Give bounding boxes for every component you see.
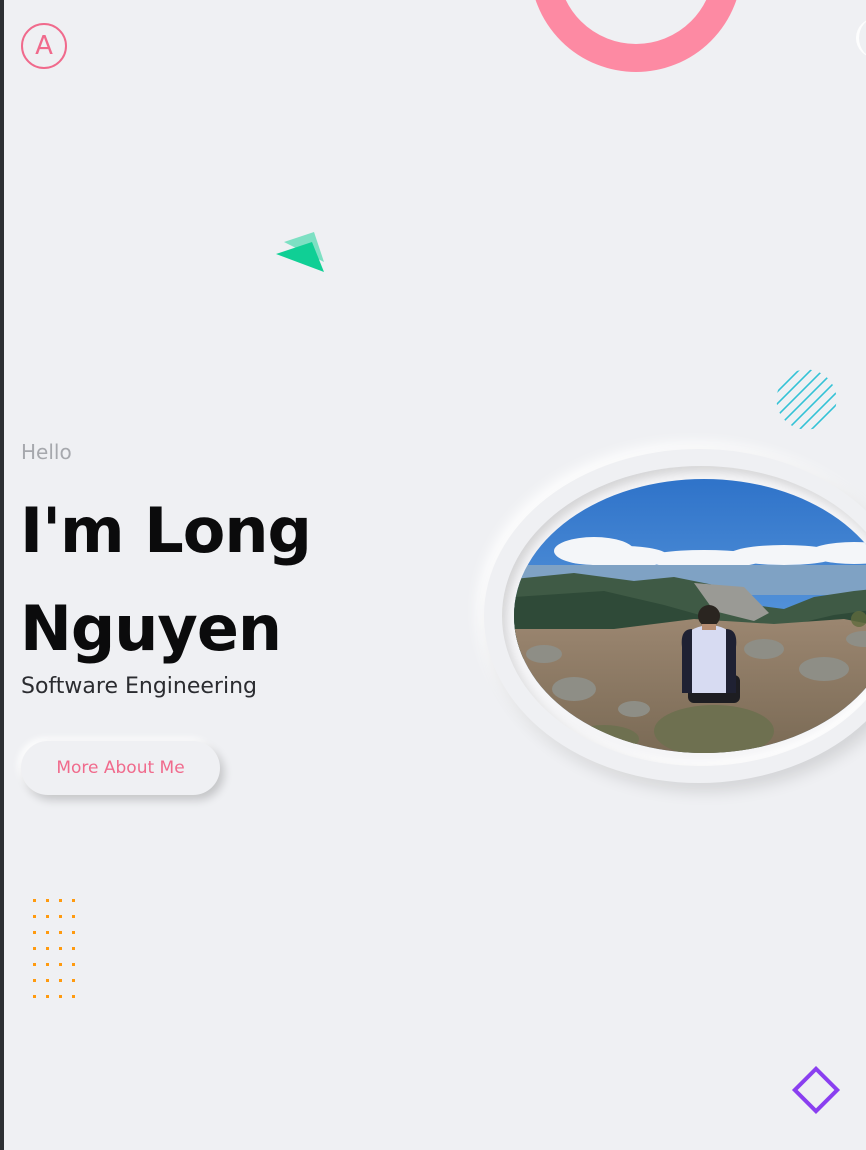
greeting-text: Hello [21,440,72,464]
more-about-me-button[interactable]: More About Me [21,741,220,795]
role-subtitle: Software Engineering [21,674,257,699]
window-edge [0,0,4,1150]
home-page: A Hello I'm Long Nguyen Software Enginee… [0,0,866,1150]
hatched-circle-shape [776,369,837,430]
diamond-shape [791,1065,841,1115]
logo-icon[interactable]: A [21,23,67,69]
ring-shape [530,0,742,72]
hero-name-heading: I'm Long Nguyen [20,494,312,665]
corner-arc-shape [856,18,866,58]
dot-grid-shape [33,899,75,998]
logo-letter: A [35,31,53,61]
triangle-shape [276,232,324,272]
profile-photo [514,479,866,753]
